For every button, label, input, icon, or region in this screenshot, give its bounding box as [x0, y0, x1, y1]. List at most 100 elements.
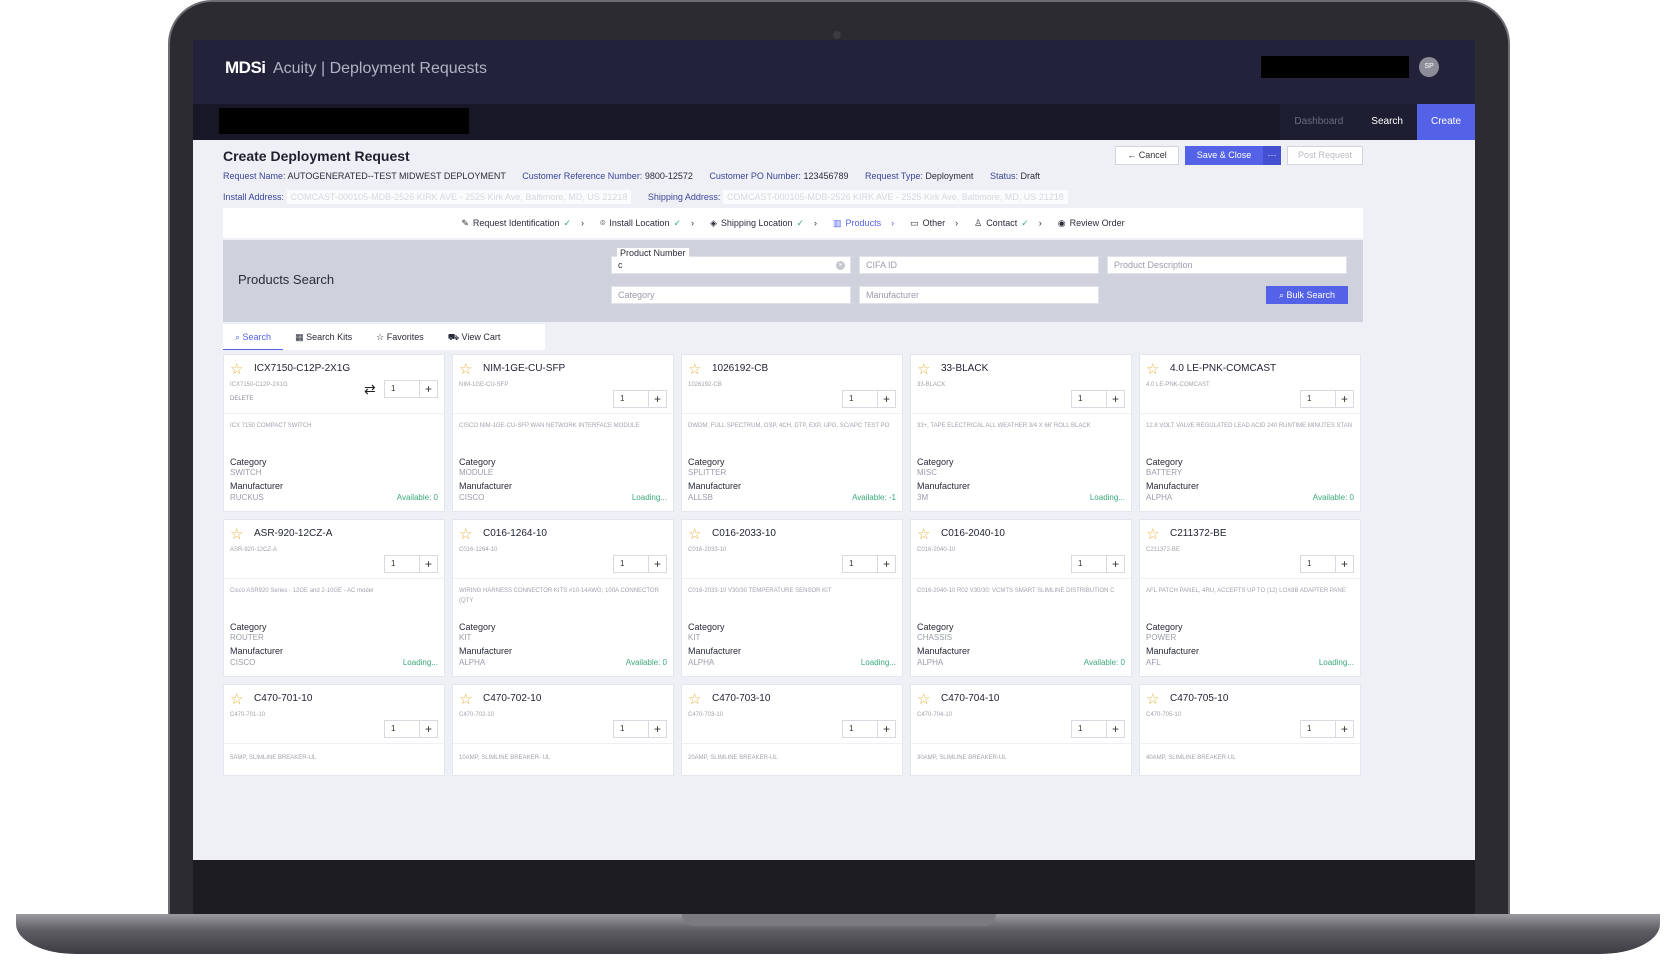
manufacturer-input[interactable]: Manufacturer [859, 286, 1099, 304]
subtab-favorites[interactable]: ☆ Favorites [364, 324, 436, 350]
save-close-button[interactable]: Save & Close [1185, 146, 1263, 165]
star-icon[interactable]: ☆ [459, 360, 472, 378]
plus-icon[interactable]: + [420, 555, 438, 573]
quantity-input[interactable]: 1 [384, 380, 420, 398]
star-icon[interactable]: ☆ [1146, 360, 1159, 378]
manufacturer-label: Manufacturer [688, 646, 742, 656]
bulk-search-button[interactable]: ⌕ Bulk Search [1266, 286, 1348, 304]
subtab-search[interactable]: ⌕ Search [223, 324, 284, 350]
step-contact[interactable]: ♙ Contact ✓ › [974, 218, 1042, 229]
quantity-input[interactable]: 1 [1071, 720, 1107, 738]
category-value: BATTERY [1146, 468, 1183, 477]
cifa-id-input[interactable]: CIFA ID [859, 256, 1099, 274]
quantity-input[interactable]: 1 [1071, 390, 1107, 408]
plus-icon[interactable]: + [1107, 555, 1125, 573]
quantity-input[interactable]: 1 [1300, 720, 1336, 738]
cancel-button[interactable]: ← Cancel [1115, 146, 1179, 165]
quantity-input[interactable]: 1 [842, 720, 878, 738]
quantity-input[interactable]: 1 [1071, 555, 1107, 573]
star-icon[interactable]: ☆ [688, 690, 701, 708]
step-request-identification[interactable]: ✎ Request Identification ✓ › [461, 218, 584, 229]
plus-icon[interactable]: + [1107, 720, 1125, 738]
plus-icon[interactable]: + [1107, 390, 1125, 408]
star-icon[interactable]: ☆ [459, 525, 472, 543]
star-icon[interactable]: ☆ [230, 690, 243, 708]
star-icon[interactable]: ☆ [1146, 525, 1159, 543]
star-icon[interactable]: ☆ [917, 525, 930, 543]
step-label: Request Identification [472, 218, 560, 228]
product-number-value: c [618, 260, 623, 270]
quantity-input[interactable]: 1 [842, 390, 878, 408]
quantity-input[interactable]: 1 [613, 720, 649, 738]
quantity-input[interactable]: 1 [384, 555, 420, 573]
product-sku: NIM-1GE-CU-SFP [459, 382, 509, 388]
category-label: Category [230, 457, 267, 467]
quantity-input[interactable]: 1 [842, 555, 878, 573]
shipping-icon: ◈ [710, 217, 717, 228]
quantity-input[interactable]: 1 [613, 555, 649, 573]
plus-icon[interactable]: + [1336, 720, 1354, 738]
delete-label[interactable]: DELETE [230, 396, 253, 402]
step-other[interactable]: ▭ Other › [910, 218, 958, 229]
star-icon[interactable]: ☆ [230, 525, 243, 543]
availability: Loading... [1089, 493, 1125, 502]
quantity-stepper: 1 + [384, 380, 438, 398]
product-number-input[interactable]: c × [611, 256, 851, 274]
plus-icon[interactable]: + [878, 555, 896, 573]
plus-icon[interactable]: + [420, 720, 438, 738]
nav-search[interactable]: Search [1357, 104, 1417, 140]
step-install-location[interactable]: ⌾ Install Location ✓ › [600, 218, 694, 229]
chevron-right-icon: › [1038, 218, 1042, 228]
product-description: DWDM, FULL SPECTRUM, OSP, 4CH, DTP, EXP,… [688, 423, 890, 429]
quantity-stepper: 1 + [842, 720, 896, 738]
divider [911, 578, 1131, 579]
category-value: MODULE [459, 468, 494, 477]
more-options-button[interactable]: ··· [1263, 146, 1281, 165]
quantity-input[interactable]: 1 [384, 720, 420, 738]
product-description: WIRING HARNESS CONNECTOR KITS #10-14AWG;… [459, 588, 659, 604]
quantity-input[interactable]: 1 [613, 390, 649, 408]
star-icon[interactable]: ☆ [917, 690, 930, 708]
star-icon[interactable]: ☆ [1146, 690, 1159, 708]
nav-create[interactable]: Create [1416, 104, 1475, 140]
product-card: ☆ C016-2033-10 C016-2033-10 1 + C016-2033… [681, 519, 903, 677]
availability: Loading... [1318, 658, 1354, 667]
plus-icon[interactable]: + [878, 720, 896, 738]
eye-icon: ◉ [1057, 217, 1066, 228]
product-description: 33+, TAPE ELECTRICAL ALL WEATHER 3/4 X 6… [917, 423, 1091, 429]
quantity-input[interactable]: 1 [1300, 390, 1336, 408]
star-icon[interactable]: ☆ [459, 690, 472, 708]
star-icon[interactable]: ☆ [688, 360, 701, 378]
subtab-search-kits[interactable]: ▦ Search Kits [283, 324, 364, 350]
user-icon: ♙ [974, 217, 983, 228]
product-name: C470-702-10 [483, 693, 542, 704]
plus-icon[interactable]: + [649, 555, 667, 573]
step-products[interactable]: ▥ Products › [833, 218, 894, 229]
product-name: 1026192-CB [712, 363, 769, 374]
product-sku: C470-704-10 [917, 712, 953, 718]
product-description-input[interactable]: Product Description [1107, 256, 1347, 274]
star-icon[interactable]: ☆ [688, 525, 701, 543]
nav-dashboard[interactable]: Dashboard [1280, 104, 1358, 140]
plus-icon[interactable]: + [1336, 555, 1354, 573]
plus-icon[interactable]: + [1336, 390, 1354, 408]
subtab-view-cart[interactable]: ⛟ View Cart [436, 324, 513, 350]
step-shipping-location[interactable]: ◈ Shipping Location ✓ › [710, 218, 817, 229]
category-input[interactable]: Category [611, 286, 851, 304]
avatar[interactable]: SP [1419, 57, 1439, 77]
clear-icon[interactable]: × [836, 261, 845, 270]
star-icon[interactable]: ☆ [230, 360, 243, 378]
category-value: POWER [1146, 633, 1177, 642]
product-card: ☆ C470-703-10 C470-703-10 1 + 20AMP, SLIM… [681, 684, 903, 776]
swap-icon[interactable]: ⇄ [364, 381, 376, 398]
plus-icon[interactable]: + [420, 380, 438, 398]
plus-icon[interactable]: + [649, 390, 667, 408]
quantity-input[interactable]: 1 [1300, 555, 1336, 573]
availability: Available: 0 [1312, 493, 1354, 502]
step-review-order[interactable]: ◉ Review Order [1058, 218, 1125, 229]
post-request-button[interactable]: Post Request [1287, 146, 1363, 165]
plus-icon[interactable]: + [878, 390, 896, 408]
chevron-right-icon: › [691, 218, 694, 228]
star-icon[interactable]: ☆ [917, 360, 930, 378]
plus-icon[interactable]: + [649, 720, 667, 738]
